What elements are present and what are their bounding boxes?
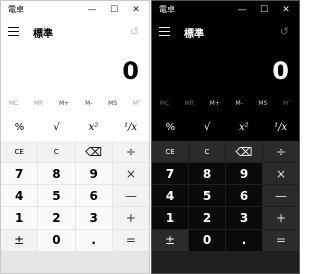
memory-store-button[interactable]: MS <box>108 100 117 107</box>
title-bar[interactable]: 電卓 — ☐ ✕ <box>1 1 149 21</box>
display-value: 0 <box>122 57 139 85</box>
function-row: % √ x² ¹/x <box>152 113 299 141</box>
digit-1-key[interactable]: 1 <box>1 207 38 229</box>
hamburger-menu-icon[interactable] <box>159 27 170 36</box>
memory-list-button[interactable]: M˅ <box>133 100 141 107</box>
digit-9-key[interactable]: 9 <box>226 163 262 185</box>
close-button[interactable]: ✕ <box>275 3 297 17</box>
memory-row: MC MR M+ M- MS M˅ <box>152 93 299 113</box>
digit-5-key[interactable]: 5 <box>189 185 225 207</box>
memory-subtract-button[interactable]: M- <box>85 100 92 107</box>
digit-2-key[interactable]: 2 <box>38 207 75 229</box>
subtract-key[interactable]: — <box>112 185 149 207</box>
app-title: 電卓 <box>159 5 175 14</box>
maximize-button[interactable]: ☐ <box>103 3 125 17</box>
digit-3-key[interactable]: 3 <box>75 207 112 229</box>
reciprocal-key[interactable]: ¹/x <box>262 113 299 141</box>
function-row: % √ x² ¹/x <box>1 113 149 141</box>
minimize-button[interactable]: — <box>231 3 253 17</box>
digit-7-key[interactable]: 7 <box>152 163 188 185</box>
digit-5-key[interactable]: 5 <box>38 185 75 207</box>
calculator-window-dark: 電卓 — ☐ ✕ 標準 ↺ 0 MC MR M+ M- MS M˅ % √ x²… <box>151 0 300 274</box>
display-value: 0 <box>272 57 289 85</box>
equals-key[interactable]: = <box>112 229 149 251</box>
memory-clear-button[interactable]: MC <box>160 100 169 107</box>
digit-6-key[interactable]: 6 <box>75 185 112 207</box>
hamburger-menu-icon[interactable] <box>8 27 19 36</box>
result-display: 0 <box>1 43 149 93</box>
percent-key[interactable]: % <box>1 113 38 141</box>
digit-3-key[interactable]: 3 <box>226 207 262 229</box>
result-display: 0 <box>152 43 299 93</box>
close-button[interactable]: ✕ <box>125 3 147 17</box>
percent-key[interactable]: % <box>152 113 189 141</box>
decimal-key[interactable]: . <box>75 229 112 251</box>
reciprocal-key[interactable]: ¹/x <box>112 113 149 141</box>
negate-key[interactable]: ± <box>1 229 38 251</box>
clear-entry-key[interactable]: CE <box>1 141 38 163</box>
clear-key[interactable]: C <box>189 141 225 163</box>
keypad: CE C ⌫ ÷ 7 8 9 × 4 5 6 — 1 2 3 + ± 0 . = <box>152 141 299 273</box>
equals-key[interactable]: = <box>263 229 299 251</box>
digit-0-key[interactable]: 0 <box>38 229 75 251</box>
divide-key[interactable]: ÷ <box>263 141 299 163</box>
memory-subtract-button[interactable]: M- <box>235 100 242 107</box>
decimal-key[interactable]: . <box>226 229 262 251</box>
memory-add-button[interactable]: M+ <box>59 100 69 107</box>
memory-store-button[interactable]: MS <box>258 100 267 107</box>
digit-4-key[interactable]: 4 <box>152 185 188 207</box>
memory-list-button[interactable]: M˅ <box>283 100 291 107</box>
digit-7-key[interactable]: 7 <box>1 163 38 185</box>
maximize-button[interactable]: ☐ <box>253 3 275 17</box>
calculator-window-light: 電卓 — ☐ ✕ 標準 ↺ 0 MC MR M+ M- MS M˅ % √ x²… <box>0 0 150 274</box>
calculator-header: 標準 ↺ <box>1 21 149 43</box>
memory-clear-button[interactable]: MC <box>9 100 18 107</box>
backspace-key[interactable]: ⌫ <box>75 141 112 163</box>
title-bar[interactable]: 電卓 — ☐ ✕ <box>152 1 299 21</box>
digit-9-key[interactable]: 9 <box>75 163 112 185</box>
backspace-key[interactable]: ⌫ <box>226 141 262 163</box>
subtract-key[interactable]: — <box>263 185 299 207</box>
keypad: CE C ⌫ ÷ 7 8 9 × 4 5 6 — 1 2 3 + ± 0 . = <box>1 141 149 273</box>
app-title: 電卓 <box>8 5 24 14</box>
square-root-key[interactable]: √ <box>189 113 226 141</box>
negate-key[interactable]: ± <box>152 229 188 251</box>
mode-title: 標準 <box>184 29 204 40</box>
clear-entry-key[interactable]: CE <box>152 141 188 163</box>
square-key[interactable]: x² <box>226 113 263 141</box>
multiply-key[interactable]: × <box>112 163 149 185</box>
history-icon[interactable]: ↺ <box>130 25 139 38</box>
square-root-key[interactable]: √ <box>38 113 75 141</box>
minimize-button[interactable]: — <box>81 3 103 17</box>
digit-8-key[interactable]: 8 <box>189 163 225 185</box>
digit-0-key[interactable]: 0 <box>189 229 225 251</box>
calculator-header: 標準 ↺ <box>152 21 299 43</box>
memory-recall-button[interactable]: MR <box>34 100 43 107</box>
square-key[interactable]: x² <box>75 113 112 141</box>
memory-row: MC MR M+ M- MS M˅ <box>1 93 149 113</box>
digit-2-key[interactable]: 2 <box>189 207 225 229</box>
history-icon[interactable]: ↺ <box>280 25 289 38</box>
multiply-key[interactable]: × <box>263 163 299 185</box>
digit-1-key[interactable]: 1 <box>152 207 188 229</box>
add-key[interactable]: + <box>263 207 299 229</box>
mode-title: 標準 <box>33 29 53 40</box>
digit-8-key[interactable]: 8 <box>38 163 75 185</box>
digit-6-key[interactable]: 6 <box>226 185 262 207</box>
add-key[interactable]: + <box>112 207 149 229</box>
memory-add-button[interactable]: M+ <box>210 100 220 107</box>
clear-key[interactable]: C <box>38 141 75 163</box>
digit-4-key[interactable]: 4 <box>1 185 38 207</box>
memory-recall-button[interactable]: MR <box>185 100 194 107</box>
divide-key[interactable]: ÷ <box>112 141 149 163</box>
